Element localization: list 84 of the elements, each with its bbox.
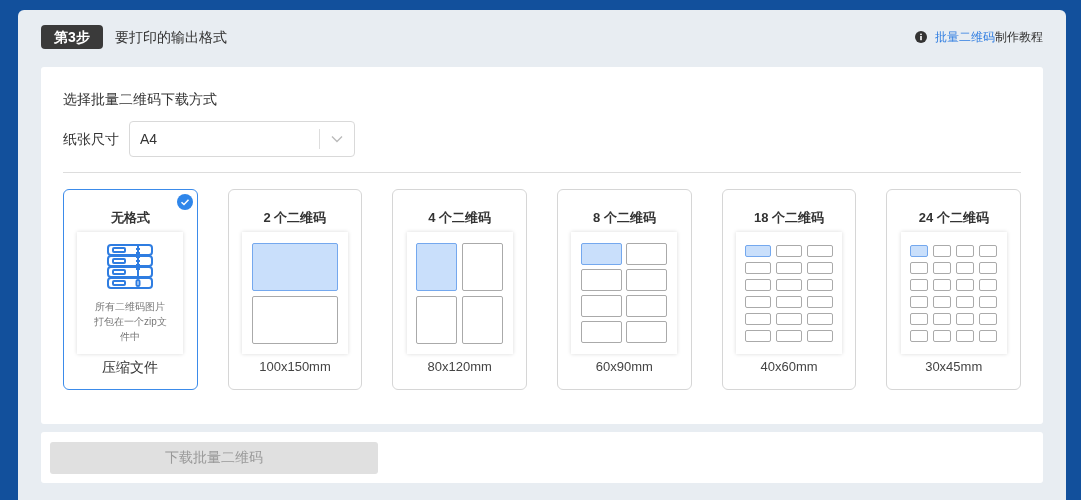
paper-size-label: 纸张尺寸 xyxy=(63,129,119,149)
check-icon xyxy=(176,194,193,210)
option-size: 100x150mm xyxy=(259,358,331,376)
layout-option[interactable]: 4 个二维码 80x120mm xyxy=(392,189,527,390)
label-slot xyxy=(807,261,833,274)
option-size: 40x60mm xyxy=(760,358,818,376)
option-title: 4 个二维码 xyxy=(428,210,492,226)
label-slot xyxy=(581,295,623,317)
label-slot xyxy=(776,295,802,308)
layout-option[interactable]: 无格式 所有二维码图片打包在一个zip文件中 压缩文件 xyxy=(63,189,198,390)
label-slot xyxy=(933,312,952,325)
label-slot xyxy=(626,321,668,343)
step-badge: 第3步 xyxy=(41,25,103,49)
label-slot xyxy=(956,329,975,342)
label-slot xyxy=(776,278,802,291)
label-slot xyxy=(979,278,998,291)
label-slot xyxy=(979,295,998,308)
layout-option[interactable]: 8 个二维码 60x90mm xyxy=(557,189,692,390)
label-slot xyxy=(910,329,929,342)
label-slot xyxy=(956,295,975,308)
label-slot xyxy=(745,312,771,325)
label-slot xyxy=(807,329,833,342)
label-slot xyxy=(807,278,833,291)
label-slot xyxy=(745,295,771,308)
label-slot xyxy=(776,261,802,274)
option-title: 8 个二维码 xyxy=(592,210,656,226)
zip-note: 所有二维码图片打包在一个zip文件中 xyxy=(92,299,168,344)
label-slot xyxy=(745,329,771,342)
label-slot xyxy=(626,243,668,265)
label-slot xyxy=(745,261,771,274)
label-slot xyxy=(933,295,952,308)
label-slot xyxy=(626,295,668,317)
label-slot xyxy=(956,278,975,291)
tutorial-text: 制作教程 xyxy=(995,29,1043,46)
label-slot xyxy=(979,261,998,274)
label-slot xyxy=(462,242,504,291)
layout-option[interactable]: 24 个二维码 30x45mm xyxy=(886,189,1022,390)
option-size: 压缩文件 xyxy=(102,358,159,377)
layout-option[interactable]: 2 个二维码 100x150mm xyxy=(227,189,363,390)
label-slot xyxy=(910,261,929,274)
highlighted-label-slot xyxy=(416,242,458,291)
option-title: 2 个二维码 xyxy=(263,210,327,226)
section-title: 选择批量二维码下载方式 xyxy=(63,90,218,107)
highlighted-label-slot xyxy=(581,243,623,265)
label-slot xyxy=(956,261,975,274)
label-slot xyxy=(416,295,458,344)
step-title: 要打印的输出格式 xyxy=(114,27,227,47)
highlighted-label-slot xyxy=(910,244,929,257)
option-size: 80x120mm xyxy=(427,358,492,376)
option-title: 无格式 xyxy=(110,210,150,226)
label-slot xyxy=(933,278,952,291)
label-slot xyxy=(626,269,668,291)
label-slot xyxy=(979,329,998,342)
archive-icon xyxy=(106,242,155,291)
label-slot xyxy=(776,244,802,257)
label-slot xyxy=(979,312,998,325)
label-slot xyxy=(910,312,929,325)
label-slot xyxy=(776,312,802,325)
option-size: 60x90mm xyxy=(595,358,653,376)
label-slot xyxy=(462,295,504,344)
option-title: 24 个二维码 xyxy=(918,210,989,226)
label-slot xyxy=(956,244,975,257)
label-slot xyxy=(807,244,833,257)
chevron-down-icon xyxy=(331,135,343,143)
paper-size-select[interactable]: A4 xyxy=(129,121,355,157)
layout-option[interactable]: 18 个二维码 40x60mm xyxy=(721,189,857,390)
label-slot xyxy=(807,295,833,308)
label-slot xyxy=(956,312,975,325)
label-slot xyxy=(581,269,623,291)
label-slot xyxy=(807,312,833,325)
label-slot xyxy=(933,329,952,342)
info-icon xyxy=(915,31,927,43)
label-slot xyxy=(933,261,952,274)
label-slot xyxy=(933,244,952,257)
label-slot xyxy=(581,321,623,343)
tutorial-link[interactable]: 批量二维码 xyxy=(935,28,995,46)
label-slot xyxy=(910,278,929,291)
option-size: 30x45mm xyxy=(925,358,983,376)
label-slot xyxy=(776,329,802,342)
label-slot xyxy=(745,278,771,291)
label-slot xyxy=(910,295,929,308)
label-slot xyxy=(979,244,998,257)
highlighted-label-slot xyxy=(745,244,771,257)
option-title: 18 个二维码 xyxy=(754,210,825,226)
